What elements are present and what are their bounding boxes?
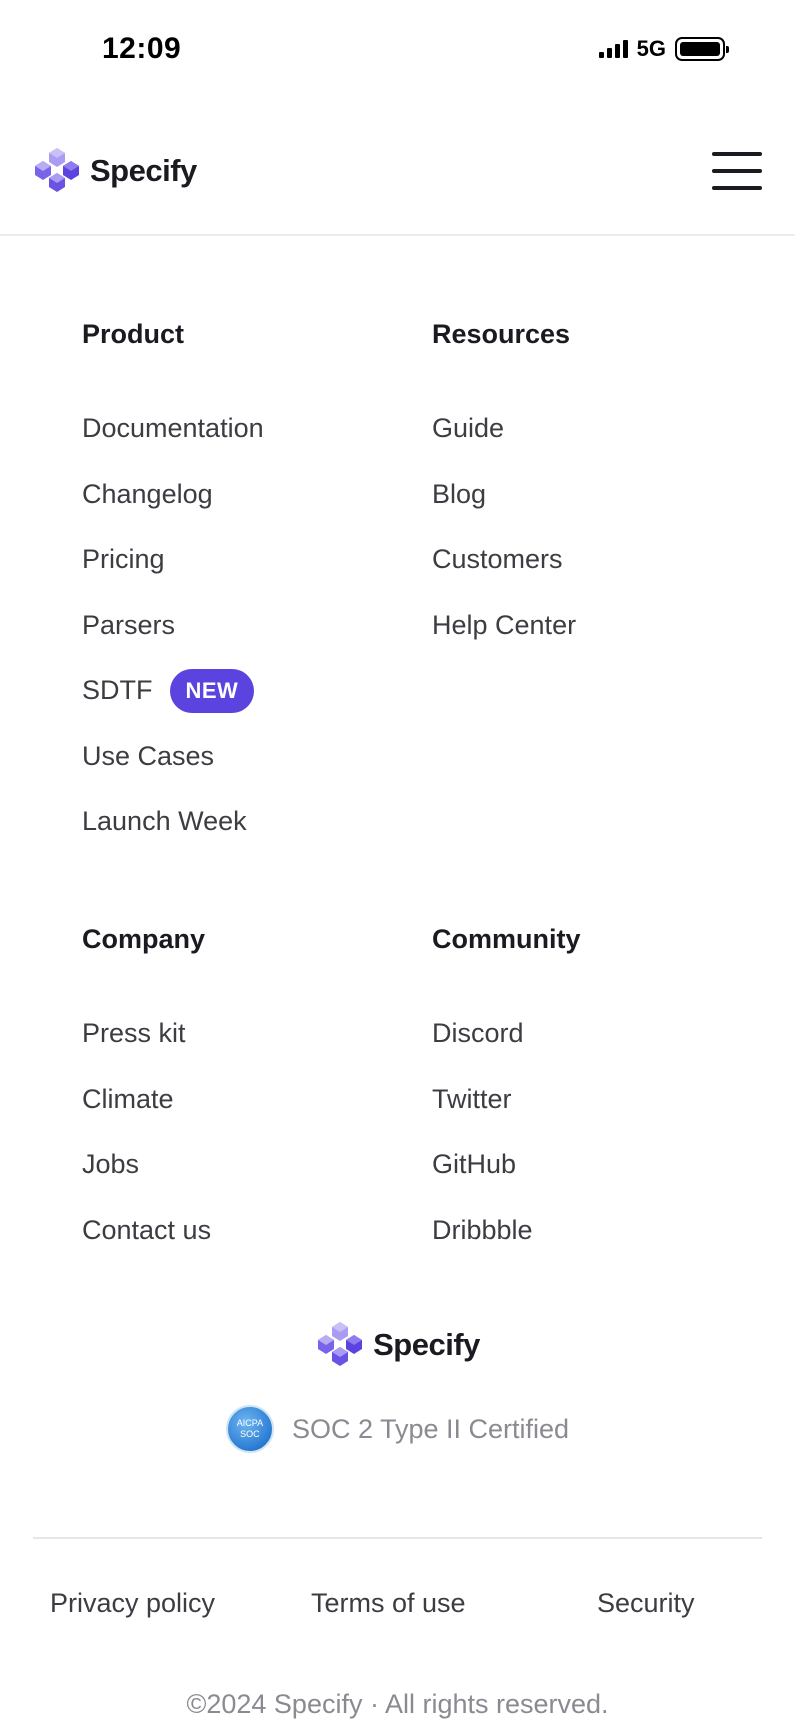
column-product: Product Documentation Changelog Pricing … [82,314,432,855]
logo-text: Specify [90,153,197,188]
status-bar: 12:09 5G [0,0,795,100]
link-changelog[interactable]: Changelog [82,462,432,528]
column-company: Company Press kit Climate Jobs Contact u… [82,919,432,1263]
footer-links-top: Product Documentation Changelog Pricing … [82,314,782,855]
new-badge: NEW [169,668,255,713]
aicpa-soc-badge-icon: AICPA SOC [225,1405,274,1453]
link-launch-week[interactable]: Launch Week [82,789,432,855]
link-documentation[interactable]: Documentation [82,396,432,462]
link-sdtf[interactable]: SDTF NEW [82,658,432,724]
hamburger-icon [712,152,762,156]
legal-links: Privacy policy Terms of use Security [0,1588,795,1632]
link-dribbble[interactable]: Dribbble [432,1198,782,1264]
specify-logo-icon [318,1322,363,1366]
column-title-company: Company [82,924,206,954]
battery-icon [675,37,729,61]
footer-logo[interactable]: Specify [0,1320,795,1370]
link-use-cases[interactable]: Use Cases [82,724,432,790]
link-terms-of-use[interactable]: Terms of use [311,1588,466,1619]
link-contact-us[interactable]: Contact us [82,1198,432,1264]
link-parsers[interactable]: Parsers [82,593,432,659]
site-header: Specify [0,100,795,236]
link-customers[interactable]: Customers [432,527,782,593]
header-logo[interactable]: Specify [32,146,197,196]
footer-logo-text: Specify [373,1327,480,1362]
column-community: Community Discord Twitter GitHub Dribbbl… [432,919,782,1263]
link-twitter[interactable]: Twitter [432,1067,782,1133]
network-label: 5G [636,36,666,61]
status-time: 12:09 [102,32,182,65]
signal-icon [598,40,628,58]
link-help-center[interactable]: Help Center [432,593,782,659]
link-discord[interactable]: Discord [432,1001,782,1067]
footer-divider [33,1537,762,1539]
column-title-product: Product [82,319,185,349]
specify-logo-icon [35,148,79,192]
column-resources: Resources Guide Blog Customers Help Cent… [432,314,782,855]
copyright: ©2024 Specify · All rights reserved. [186,1689,609,1719]
column-title-resources: Resources [432,319,571,349]
link-security[interactable]: Security [597,1588,695,1619]
link-pricing[interactable]: Pricing [82,527,432,593]
link-press-kit[interactable]: Press kit [82,1001,432,1067]
hamburger-menu-button[interactable] [712,152,762,190]
link-privacy-policy[interactable]: Privacy policy [50,1588,215,1619]
link-sdtf-label: SDTF [82,675,153,706]
link-blog[interactable]: Blog [432,462,782,528]
soc-text: SOC 2 Type II Certified [291,1413,570,1444]
link-jobs[interactable]: Jobs [82,1132,432,1198]
soc-certification: AICPA SOC SOC 2 Type II Certified [0,1405,795,1453]
link-guide[interactable]: Guide [432,396,782,462]
status-indicators: 5G [598,36,729,62]
column-title-community: Community [432,924,581,954]
footer-links-bottom: Company Press kit Climate Jobs Contact u… [82,919,782,1263]
link-github[interactable]: GitHub [432,1132,782,1198]
link-climate[interactable]: Climate [82,1067,432,1133]
